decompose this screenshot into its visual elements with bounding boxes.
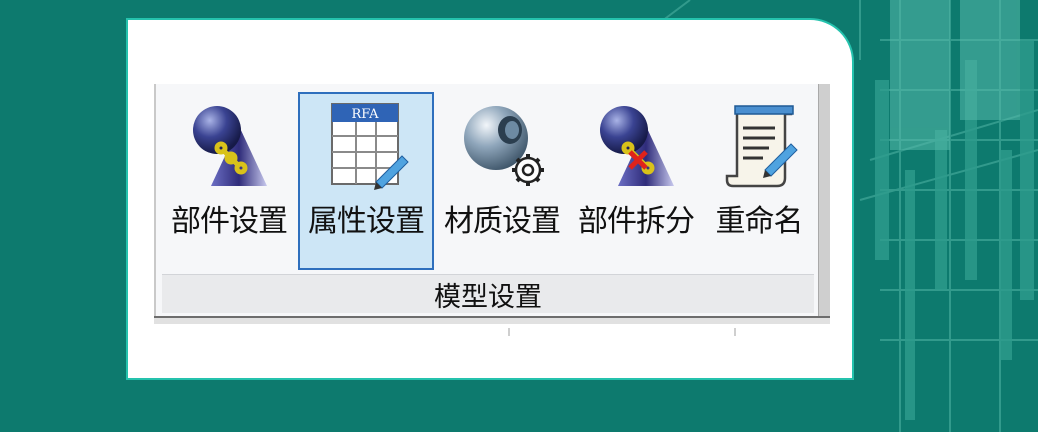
rename-label: 重命名 (715, 204, 804, 239)
rename-button[interactable]: 重命名 (704, 92, 814, 270)
ribbon-group-label: 模型设置 (162, 274, 814, 313)
ribbon-panel: 部件设置 RFA 属性设置 材质设置 部件拆分 重命名 模型设置 (154, 84, 830, 324)
component-settings-button[interactable]: 部件设置 (164, 92, 294, 270)
property-settings-label: 属性设置 (308, 204, 425, 239)
ribbon-below-dividers (154, 328, 830, 336)
ribbon-bottom-bar (154, 316, 830, 324)
component-settings-icon (181, 96, 277, 192)
divider (734, 328, 736, 336)
property-settings-button[interactable]: RFA 属性设置 (298, 92, 434, 270)
component-split-icon (588, 96, 684, 192)
ribbon-left-edge (154, 84, 156, 324)
property-table-icon: RFA (318, 96, 414, 192)
material-settings-button[interactable]: 材质设置 (436, 92, 568, 270)
component-split-label: 部件拆分 (578, 204, 695, 239)
component-split-button[interactable]: 部件拆分 (570, 92, 702, 270)
rfa-badge-text: RFA (351, 107, 379, 122)
component-settings-label: 部件设置 (171, 204, 288, 239)
divider (508, 328, 510, 336)
material-sphere-gear-icon (454, 96, 550, 192)
material-settings-label: 材质设置 (444, 204, 561, 239)
ribbon-scrollbar[interactable] (818, 84, 830, 324)
rename-document-icon (711, 96, 807, 192)
